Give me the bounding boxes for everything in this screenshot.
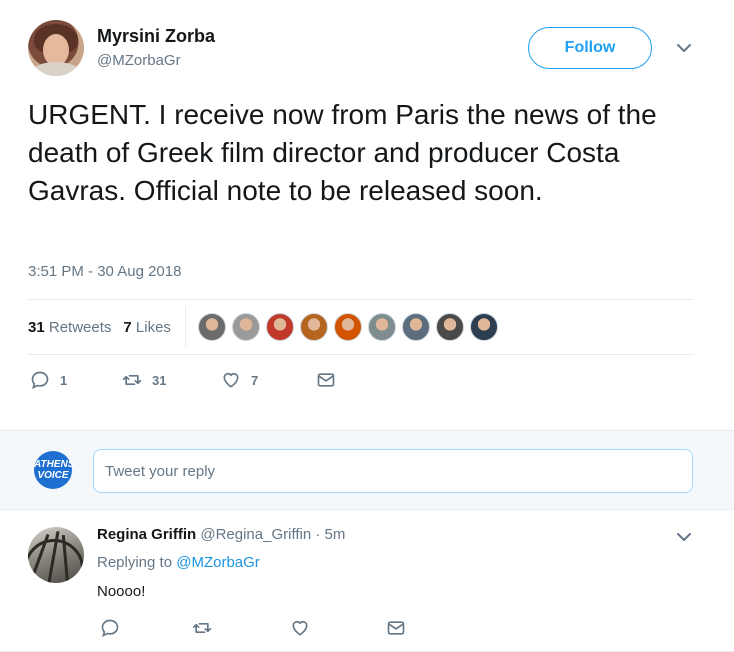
reply-count: 1 <box>60 372 68 388</box>
likes-count: 7 <box>123 318 132 336</box>
reply-text: Noooo! <box>97 583 146 600</box>
chevron-down-icon[interactable] <box>675 40 693 56</box>
author-avatar[interactable] <box>28 20 84 76</box>
replying-prefix: Replying to <box>97 554 173 571</box>
reply-time[interactable]: · 5m <box>315 526 345 543</box>
tweet-stats: 31 Retweets 7 Likes <box>28 300 694 354</box>
reply-header: Regina Griffin @Regina_Griffin · 5m <box>97 526 345 543</box>
retweet-action[interactable]: 31 <box>122 370 166 390</box>
like-count: 7 <box>251 372 259 388</box>
envelope-icon <box>317 373 335 387</box>
likes-stat[interactable]: 7 Likes <box>123 319 171 336</box>
chevron-down-icon[interactable] <box>675 529 693 545</box>
liker-avatar[interactable] <box>367 313 396 341</box>
like-action[interactable]: 7 <box>221 370 258 390</box>
liker-avatar[interactable] <box>265 313 294 341</box>
author-name[interactable]: Myrsini Zorba <box>97 26 215 47</box>
reply-action[interactable]: 1 <box>30 370 67 390</box>
tweet-actions: 1 31 7 <box>28 370 368 394</box>
direct-message-action[interactable] <box>316 370 346 390</box>
tweet-card: Myrsini Zorba @MZorbaGr Follow URGENT. I… <box>0 0 734 430</box>
liker-avatar[interactable] <box>401 313 430 341</box>
liker-avatar[interactable] <box>469 313 498 341</box>
stats-separator <box>184 306 186 348</box>
logo-line-1: ATHENS <box>34 459 75 470</box>
athens-voice-logo: ATHENS VOICE <box>34 451 75 489</box>
divider <box>28 354 694 355</box>
author-handle[interactable]: @MZorbaGr <box>97 52 181 69</box>
replying-handle-link[interactable]: @MZorbaGr <box>176 554 260 571</box>
reply-like-action[interactable] <box>290 618 310 643</box>
retweet-icon <box>192 623 212 633</box>
retweet-icon <box>122 375 142 385</box>
tweet-text: URGENT. I receive now from Paris the new… <box>28 99 657 206</box>
retweets-count: 31 <box>28 318 45 336</box>
liker-avatar[interactable] <box>435 313 464 341</box>
reply-author-avatar[interactable] <box>28 527 84 583</box>
retweets-stat[interactable]: 31 Retweets <box>28 319 111 336</box>
tweet-timestamp[interactable]: 3:51 PM - 30 Aug 2018 <box>28 263 181 280</box>
liker-avatar[interactable] <box>299 313 328 341</box>
reply-icon <box>31 371 49 390</box>
reply-retweet-action[interactable] <box>192 618 212 643</box>
heart-icon <box>292 620 308 636</box>
envelope-icon <box>387 621 405 635</box>
reply-dm-action[interactable] <box>386 618 406 643</box>
reply-actions <box>100 618 420 640</box>
likes-label: Likes <box>135 318 171 336</box>
liker-avatar[interactable] <box>333 313 362 341</box>
reply-icon <box>101 619 119 638</box>
reply-reply-action[interactable] <box>100 618 120 643</box>
retweet-count: 31 <box>152 372 167 388</box>
liker-avatar[interactable] <box>197 313 226 341</box>
reply-author-name[interactable]: Regina Griffin <box>97 526 196 543</box>
reply-input[interactable]: Tweet your reply <box>93 449 693 493</box>
liker-avatar[interactable] <box>231 313 260 341</box>
heart-icon <box>223 372 239 388</box>
logo-line-2: VOICE <box>37 470 69 481</box>
retweets-label: Retweets <box>48 318 112 336</box>
reply-tweet: Regina Griffin @Regina_Griffin · 5m Repl… <box>0 511 734 652</box>
likers-list <box>197 313 504 341</box>
follow-button[interactable]: Follow <box>528 27 652 69</box>
avatar-shirt <box>32 62 80 76</box>
replying-to: Replying to @MZorbaGr <box>97 554 260 571</box>
reply-composer: ATHENS VOICE Tweet your reply <box>0 430 734 510</box>
reply-author-handle[interactable]: @Regina_Griffin <box>200 526 311 543</box>
